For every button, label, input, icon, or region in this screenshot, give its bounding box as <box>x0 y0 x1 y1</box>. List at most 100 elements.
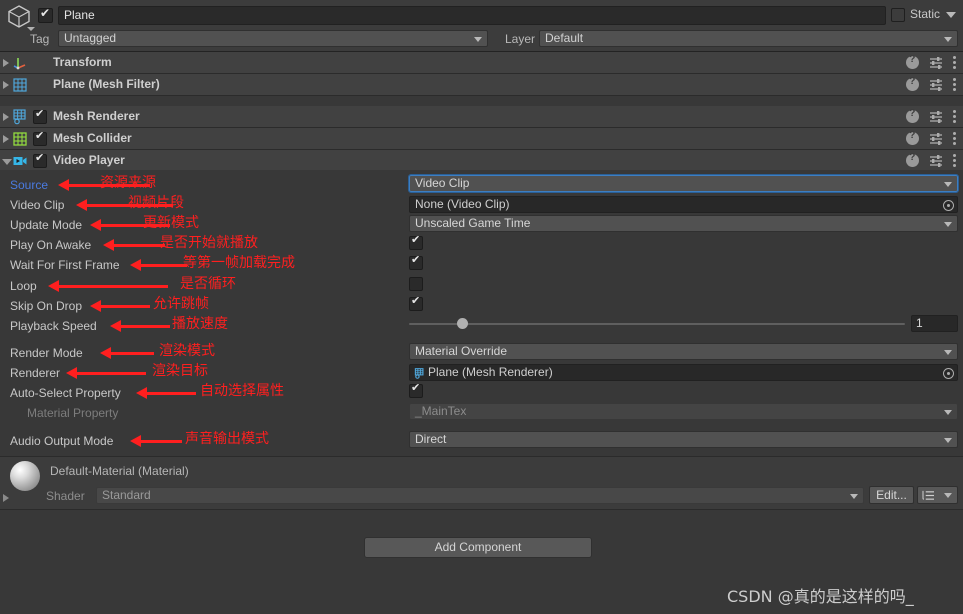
static-label: Static <box>910 7 941 21</box>
object-active-checkbox[interactable] <box>38 6 53 23</box>
layer-value: Default <box>545 31 584 45</box>
add-component-button[interactable]: Add Component <box>364 537 592 558</box>
auto-select-property-checkbox[interactable] <box>409 381 423 398</box>
component-header-mesh-filter[interactable]: Plane (Mesh Filter) <box>0 74 963 96</box>
chevron-down-icon <box>944 181 952 187</box>
video-clip-object-field[interactable]: None (Video Clip) <box>409 196 958 213</box>
preset-icon[interactable] <box>929 56 943 69</box>
source-dropdown[interactable]: Video Clip <box>408 174 959 193</box>
property-label-wait-for-first-frame: Wait For First Frame <box>10 258 120 272</box>
object-picker-icon[interactable] <box>943 368 954 379</box>
wait-for-first-frame-checkbox[interactable] <box>409 253 423 270</box>
preset-icon[interactable] <box>929 132 943 145</box>
component-title: Transform <box>53 55 112 69</box>
component-header-icons <box>906 152 957 167</box>
foldout-arrow-icon[interactable] <box>3 135 9 143</box>
annotation-update-mode: 更新模式 <box>143 215 199 231</box>
kebab-menu-icon[interactable] <box>953 77 957 91</box>
tag-label: Tag <box>30 32 50 46</box>
preset-icon[interactable] <box>929 78 943 91</box>
property-label-video-clip: Video Clip <box>10 198 65 212</box>
foldout-arrow-icon[interactable] <box>2 159 12 165</box>
component-header-mesh-collider[interactable]: Mesh Collider <box>0 128 963 150</box>
kebab-menu-icon[interactable] <box>953 55 957 69</box>
foldout-arrow-icon[interactable] <box>3 81 9 89</box>
playback-speed-value-input[interactable]: 1 <box>911 315 958 332</box>
render-mode-dropdown[interactable]: Material Override <box>409 343 958 360</box>
property-label-audio-output-mode: Audio Output Mode <box>10 434 114 448</box>
preset-icon[interactable] <box>929 110 943 123</box>
renderer-object-field[interactable]: Plane (Mesh Renderer) <box>409 364 958 381</box>
help-icon[interactable] <box>906 108 919 123</box>
kebab-menu-icon[interactable] <box>953 109 957 123</box>
kebab-menu-icon[interactable] <box>953 131 957 145</box>
material-property-dropdown: _MainTex <box>409 403 958 420</box>
foldout-arrow-icon[interactable] <box>3 59 9 67</box>
component-enabled-checkbox[interactable] <box>33 151 47 168</box>
layer-dropdown[interactable]: Default <box>539 30 958 47</box>
component-title: Mesh Collider <box>53 131 132 145</box>
help-icon[interactable] <box>906 130 919 145</box>
component-title: Video Player <box>53 153 125 167</box>
shader-dropdown[interactable]: Standard <box>96 487 864 504</box>
property-label-auto-select-property: Auto-Select Property <box>10 386 121 400</box>
component-header-mesh-renderer[interactable]: Mesh Renderer <box>0 106 963 128</box>
chevron-down-icon <box>850 493 858 499</box>
foldout-arrow-icon[interactable] <box>3 113 9 121</box>
play-on-awake-checkbox[interactable] <box>409 233 423 250</box>
static-checkbox[interactable] <box>891 8 905 22</box>
mesh-collider-icon <box>13 132 27 146</box>
renderer-value: Plane (Mesh Renderer) <box>428 365 553 379</box>
annotation-source: 资源来源 <box>100 175 156 191</box>
unity-inspector-window: Plane Static Tag Untagged Layer Default … <box>0 0 963 614</box>
component-header-video-player[interactable]: Video Player <box>0 150 963 172</box>
watermark-text: CSDN @真的是这样的吗_ <box>727 587 914 606</box>
playback-speed-slider-track[interactable] <box>409 323 905 325</box>
playback-speed-slider-handle[interactable] <box>457 318 468 329</box>
static-dropdown-arrow[interactable] <box>946 12 956 18</box>
loop-checkbox[interactable] <box>409 277 423 291</box>
property-label-source[interactable]: Source <box>10 178 48 192</box>
help-icon[interactable] <box>906 76 919 91</box>
object-name-input[interactable]: Plane <box>58 6 886 25</box>
kebab-menu-icon[interactable] <box>953 153 957 167</box>
video-player-icon <box>13 157 27 165</box>
component-header-transform[interactable]: Transform <box>0 52 963 74</box>
object-header: Plane Static Tag Untagged Layer Default <box>0 0 963 52</box>
property-label-playback-speed: Playback Speed <box>10 319 97 333</box>
object-picker-icon[interactable] <box>943 200 954 211</box>
annotation-audio-output-mode: 声音输出模式 <box>185 431 269 447</box>
component-header-icons <box>906 76 957 91</box>
component-header-icons <box>906 108 957 123</box>
material-preset-button[interactable] <box>917 486 958 504</box>
source-value: Video Clip <box>415 176 470 190</box>
audio-output-mode-dropdown[interactable]: Direct <box>409 431 958 448</box>
material-name: Default-Material (Material) <box>50 464 189 478</box>
help-icon[interactable] <box>906 54 919 69</box>
shader-value: Standard <box>102 488 151 502</box>
cube-icon <box>8 5 35 31</box>
tag-dropdown[interactable]: Untagged <box>58 30 488 47</box>
component-header-icons <box>906 54 957 69</box>
component-enabled-checkbox[interactable] <box>33 107 47 124</box>
annotation-arrow-render-mode <box>100 347 154 359</box>
annotation-arrow-skip-on-drop <box>90 300 150 312</box>
foldout-arrow-icon[interactable] <box>3 494 9 502</box>
annotation-arrow-renderer <box>66 367 146 379</box>
chevron-down-icon <box>944 437 952 443</box>
annotation-render-mode: 渲染模式 <box>159 343 215 359</box>
edit-shader-button[interactable]: Edit... <box>869 486 914 504</box>
annotation-loop: 是否循环 <box>180 276 236 292</box>
video-player-properties: Source Video Clip Update Mode Play On Aw… <box>0 170 963 455</box>
property-label-play-on-awake: Play On Awake <box>10 238 92 252</box>
help-icon[interactable] <box>906 152 919 167</box>
transform-icon <box>13 58 26 70</box>
material-property-value: _MainTex <box>415 404 467 418</box>
chevron-down-icon <box>474 36 482 42</box>
update-mode-dropdown[interactable]: Unscaled Game Time <box>409 215 958 232</box>
skip-on-drop-checkbox[interactable] <box>409 294 423 311</box>
video-clip-value: None (Video Clip) <box>415 197 510 211</box>
preset-icon[interactable] <box>929 154 943 167</box>
component-enabled-checkbox[interactable] <box>33 129 47 146</box>
annotation-arrow-loop <box>48 280 168 292</box>
